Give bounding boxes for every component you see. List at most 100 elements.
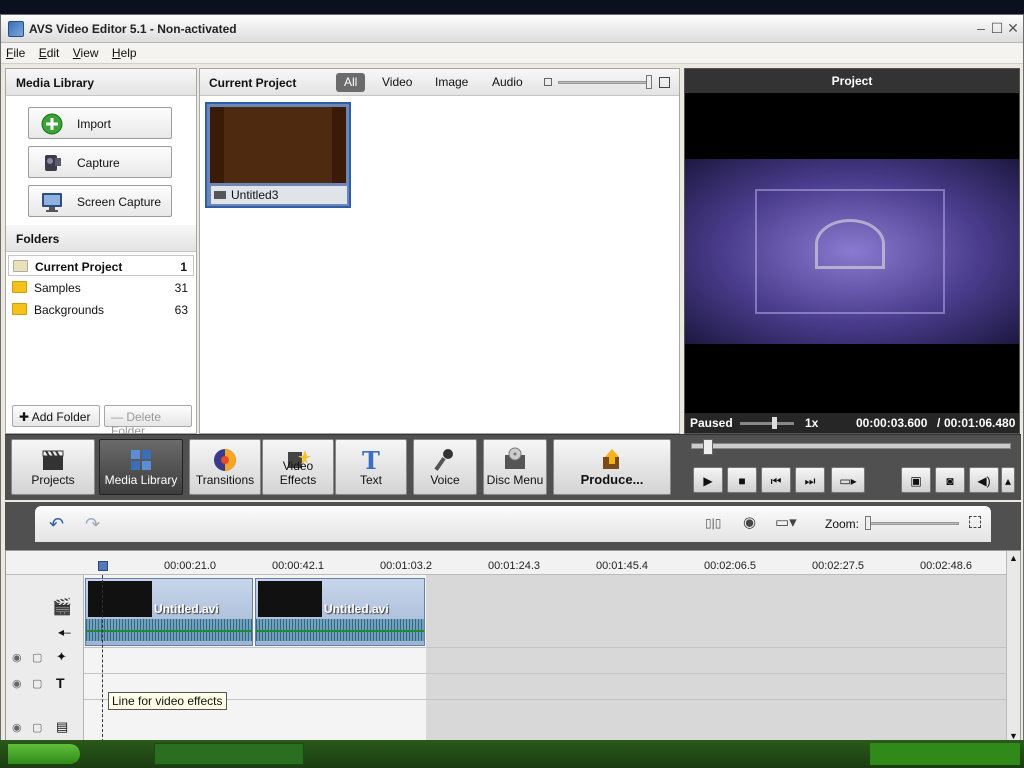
zoom-slider-handle[interactable] (865, 516, 871, 530)
filter-tab-image[interactable]: Image (427, 73, 476, 92)
voice-button[interactable]: Voice (413, 439, 477, 495)
timeline-clip[interactable]: Untitled.avi (85, 578, 253, 646)
ruler-tick: 00:02:48.6 (920, 560, 972, 572)
overlay-track-icon: ▤ (56, 719, 69, 734)
audio-mute-icon[interactable]: ◂– (58, 625, 71, 639)
start-button[interactable] (8, 744, 80, 764)
timeline-ruler[interactable]: 00:00:21.0 00:00:42.1 00:01:03.2 00:01:2… (6, 551, 1006, 575)
speaker-icon: ◀) (977, 474, 991, 488)
filter-tab-audio[interactable]: Audio (484, 73, 531, 92)
disc-menu-button[interactable]: Disc Menu (483, 439, 547, 495)
track-divider (84, 647, 1006, 648)
track-divider (84, 673, 1006, 674)
speed-value: 1x (805, 416, 819, 430)
thumbnail-size-slider[interactable] (558, 81, 650, 84)
clapperboard-icon (42, 450, 64, 470)
media-library-button[interactable]: Media Library (99, 439, 183, 495)
close-button[interactable]: ✕ (1005, 20, 1021, 36)
eye-icon[interactable]: ◉ (12, 721, 22, 734)
eye-icon[interactable]: ◉ (12, 677, 22, 690)
lock-icon[interactable]: ▢ (32, 677, 42, 690)
camcorder-icon (45, 155, 61, 171)
display-options-icon[interactable]: ▭▾ (775, 513, 797, 531)
produce-button[interactable]: Produce... (553, 439, 671, 495)
transitions-icon (214, 449, 236, 471)
stop-button[interactable]: ■ (727, 467, 757, 493)
import-button[interactable]: Import (28, 107, 172, 139)
app-logo-icon (8, 21, 24, 37)
lock-icon[interactable]: ▢ (32, 651, 42, 664)
transitions-button[interactable]: Transitions (189, 439, 261, 495)
seekbar-handle[interactable] (703, 439, 713, 455)
snapshot-button[interactable]: ◙ (935, 467, 965, 493)
lock-icon[interactable]: ▢ (32, 721, 42, 734)
microphone-icon (434, 449, 453, 471)
screen-capture-button[interactable]: Screen Capture (28, 185, 172, 217)
folder-name: Samples (34, 281, 81, 295)
stop-icon: ■ (738, 474, 746, 488)
skip-forward-icon: ⏭ (804, 474, 816, 488)
fit-to-window-icon[interactable] (969, 516, 981, 528)
add-folder-button[interactable]: ✚ Add Folder (12, 405, 100, 427)
playhead-marker[interactable] (98, 561, 108, 571)
playback-seekbar[interactable] (691, 443, 1011, 449)
add-folder-label: Add Folder (31, 410, 91, 424)
projects-button[interactable]: Projects (11, 439, 95, 495)
menu-file[interactable]: File (1, 43, 30, 63)
filter-tab-video[interactable]: Video (374, 73, 420, 92)
speed-slider-handle[interactable] (772, 417, 777, 429)
ruler-tick: 00:00:42.1 (272, 560, 324, 572)
timeline-vertical-scrollbar[interactable]: ▲ ▼ (1006, 551, 1020, 747)
large-thumb-icon[interactable] (659, 77, 670, 88)
current-time: 00:00:03.600 (856, 416, 928, 430)
media-library-icon (131, 450, 151, 470)
slider-handle[interactable] (646, 75, 652, 89)
small-thumb-icon[interactable] (544, 78, 552, 86)
folder-samples[interactable]: Samples 31 (8, 277, 194, 298)
maximize-button[interactable]: ☐ (989, 20, 1005, 36)
folder-backgrounds[interactable]: Backgrounds 63 (8, 299, 194, 320)
volume-line[interactable] (256, 630, 424, 632)
webcam-icon[interactable]: ◉ (743, 513, 756, 531)
fullscreen-button[interactable]: ▣ (901, 467, 931, 493)
zoom-slider[interactable] (869, 522, 959, 525)
menu-help[interactable]: Help (107, 43, 142, 63)
volume-dropdown[interactable]: ▴ (1001, 467, 1015, 493)
folder-count: 1 (180, 260, 187, 274)
clip-thumbnail (258, 581, 322, 617)
minimize-button[interactable]: – (973, 20, 989, 36)
text-button[interactable]: T Text (335, 439, 407, 495)
redo-icon[interactable]: ↷ (85, 514, 100, 535)
delete-folder-button[interactable]: — Delete Folder (104, 405, 192, 438)
svg-text:T: T (362, 447, 380, 473)
text-label: Text (359, 473, 382, 487)
preview-status-bar: Paused 1x 00:00:03.600 / 00:01:06.480 (685, 413, 1019, 433)
volume-button[interactable]: ◀) (969, 467, 999, 493)
undo-icon[interactable]: ↶ (49, 514, 64, 535)
preview-mode-button[interactable]: ▭▸ (831, 467, 865, 493)
disc-menu-label: Disc Menu (486, 473, 544, 487)
taskbar-app-button[interactable] (154, 743, 304, 765)
speed-slider[interactable] (740, 422, 794, 425)
eye-icon[interactable]: ◉ (12, 651, 22, 664)
folder-count: 63 (174, 303, 188, 317)
video-effects-button[interactable]: Video Effects (262, 439, 334, 495)
clip-name: Untitled.avi (154, 602, 219, 616)
timeline-clip[interactable]: Untitled.avi (255, 578, 425, 646)
monitor-icon: ▣ (910, 474, 922, 488)
disc-menu-icon (505, 447, 525, 469)
menu-view[interactable]: View (68, 43, 104, 63)
media-library-header: Media Library (6, 69, 196, 96)
menu-edit[interactable]: Edit (34, 43, 65, 63)
preview-video-frame (685, 159, 1019, 344)
scroll-up-icon[interactable]: ▲ (1009, 553, 1018, 563)
folder-current-project[interactable]: Current Project 1 (8, 255, 194, 276)
filter-tab-all[interactable]: All (336, 73, 366, 92)
previous-frame-button[interactable]: ⏮ (761, 467, 791, 493)
play-button[interactable]: ▶ (693, 467, 723, 493)
capture-button[interactable]: Capture (28, 146, 172, 178)
volume-line[interactable] (86, 630, 252, 632)
media-item-thumbnail[interactable]: Untitled3 (205, 102, 351, 208)
split-icon[interactable]: ▯|▯ (705, 516, 721, 530)
next-frame-button[interactable]: ⏭ (795, 467, 825, 493)
